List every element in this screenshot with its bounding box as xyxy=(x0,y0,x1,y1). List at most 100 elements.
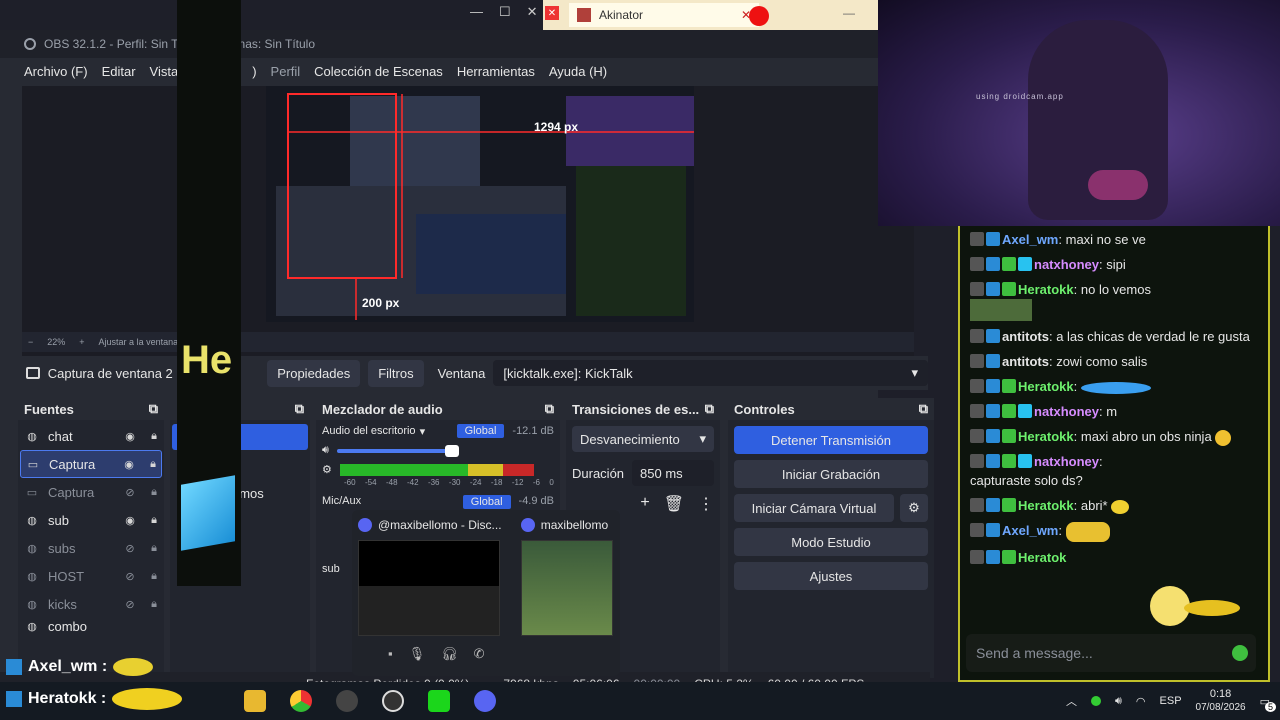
record-icon[interactable] xyxy=(749,6,769,26)
close-icon[interactable]: ✕ xyxy=(545,6,559,20)
zoom-fit[interactable]: Ajustar a la ventana xyxy=(99,337,179,347)
gear-icon[interactable]: ⚙︎ xyxy=(900,494,928,522)
eye-icon[interactable]: ◉ xyxy=(121,458,137,471)
headphones-icon[interactable]: 🎧︎ xyxy=(441,646,458,662)
discord-icon[interactable] xyxy=(474,690,496,712)
channel-scope: Global xyxy=(462,495,511,509)
menu-perfil[interactable]: Perfil xyxy=(271,64,301,79)
settings-icon[interactable]: ⚙︎ xyxy=(322,463,332,476)
chat-input[interactable]: Send a message... xyxy=(966,634,1256,672)
source-item-kicks[interactable]: ◍ kicks ⊘ 🔒︎ xyxy=(20,590,162,618)
overlay-axel: Axel_wm : xyxy=(0,652,240,682)
filters-button[interactable]: Filtros xyxy=(368,359,424,387)
volume-icon[interactable]: 🔊︎ xyxy=(1115,695,1122,708)
speaker-icon[interactable]: 🔊︎ xyxy=(322,444,329,457)
chrome-icon[interactable] xyxy=(290,690,312,712)
lock-icon[interactable]: 🔒︎ xyxy=(146,430,162,442)
duration-input[interactable]: 850 ms xyxy=(632,460,714,486)
eye-off-icon[interactable]: ⊘ xyxy=(122,598,138,611)
lock-icon[interactable]: 🔒︎ xyxy=(146,486,162,498)
lock-icon[interactable]: 🔒︎ xyxy=(146,514,162,526)
menu-coleccion[interactable]: Colección de Escenas xyxy=(314,64,443,79)
chevron-down-icon[interactable]: ▾ xyxy=(420,425,426,438)
minimize-icon[interactable]: — xyxy=(470,4,483,20)
undock-icon[interactable]: ⧉ xyxy=(295,401,304,417)
menu-vista[interactable]: Vista xyxy=(150,64,179,79)
chat-message: antitots: a las chicas de verdad le re g… xyxy=(960,325,1268,350)
source-item-captura[interactable]: ▭ Captura ◉ 🔒︎ xyxy=(20,450,162,478)
add-icon[interactable]: + xyxy=(640,494,649,514)
more-icon[interactable]: ⋮ xyxy=(698,494,714,514)
chat-message: natxhoney: m xyxy=(960,400,1268,425)
volume-slider-handle[interactable] xyxy=(444,444,459,457)
app-icon[interactable] xyxy=(336,690,358,712)
language[interactable]: ESP xyxy=(1160,695,1182,707)
source-item-captura-2[interactable]: ▭ Captura ⊘ 🔒︎ xyxy=(20,478,162,506)
chevron-up-icon[interactable]: ︿ xyxy=(1066,693,1077,709)
clock[interactable]: 0:18 07/08/2026 xyxy=(1196,687,1246,715)
menu-ayuda[interactable]: Ayuda (H) xyxy=(549,64,607,79)
preview-area[interactable]: 1294 px 200 px xyxy=(22,86,914,362)
send-icon[interactable] xyxy=(1232,645,1248,661)
virtual-cam-button[interactable]: Iniciar Cámara Virtual xyxy=(734,494,894,522)
preview-title[interactable]: maxibellomo xyxy=(541,518,608,532)
source-toolbar: Captura de ventana 2 Propiedades Filtros… xyxy=(18,356,928,390)
lock-icon[interactable]: 🔒︎ xyxy=(146,542,162,554)
preview-thumbnail[interactable] xyxy=(358,540,500,636)
maximize-icon[interactable]: ☐ xyxy=(499,4,511,20)
preview-canvas[interactable]: 1294 px 200 px xyxy=(266,86,694,322)
settings-button[interactable]: Ajustes xyxy=(734,562,928,590)
preview-title[interactable]: @maxibellomo - Disc... xyxy=(378,518,502,532)
webcam-feed xyxy=(878,0,1280,226)
eye-off-icon[interactable]: ⊘ xyxy=(122,486,138,499)
menu-partial[interactable]: ) xyxy=(252,64,256,79)
undock-icon[interactable]: ⧉ xyxy=(545,401,554,417)
source-item-combo[interactable]: ◍ combo xyxy=(20,618,162,634)
source-item-chat[interactable]: ◍ chat ◉ 🔒︎ xyxy=(20,422,162,450)
tab-akinator[interactable]: Akinator ✕ xyxy=(569,3,759,27)
disconnect-icon[interactable]: ✆ xyxy=(474,646,485,662)
source-item-subs[interactable]: ◍ subs ⊘ 🔒︎ xyxy=(20,534,162,562)
trash-icon[interactable]: 🗑︎ xyxy=(664,494,684,514)
lock-icon[interactable]: 🔒︎ xyxy=(146,598,162,610)
eye-icon[interactable]: ◉ xyxy=(122,430,138,443)
tab-title: Akinator xyxy=(599,8,644,22)
file-explorer-icon[interactable] xyxy=(244,690,266,712)
wifi-icon[interactable]: ◠ xyxy=(1136,695,1146,708)
window-select[interactable]: [kicktalk.exe]: KickTalk ▾ xyxy=(493,360,928,386)
preview-thumbnail[interactable] xyxy=(520,540,613,636)
studio-mode-button[interactable]: Modo Estudio xyxy=(734,528,928,556)
window-capture-icon xyxy=(26,367,40,379)
discord-taskbar-preview: @maxibellomo - Disc... maxibellomo ▪ 🎙︎ … xyxy=(352,510,620,676)
mic-icon[interactable]: 🎙︎ xyxy=(409,646,426,662)
menu-editar[interactable]: Editar xyxy=(102,64,136,79)
source-item-host[interactable]: ◍ HOST ⊘ 🔒︎ xyxy=(20,562,162,590)
undock-icon[interactable]: ⧉ xyxy=(705,401,714,417)
source-item-sub[interactable]: ◍ sub ◉ 🔒︎ xyxy=(20,506,162,534)
properties-button[interactable]: Propiedades xyxy=(267,359,361,387)
minimize-icon[interactable]: — xyxy=(843,6,855,20)
zoom-out-icon[interactable]: − xyxy=(28,337,33,347)
start-recording-button[interactable]: Iniciar Grabación xyxy=(734,460,928,488)
menu-archivo[interactable]: Archivo (F) xyxy=(24,64,88,79)
eye-off-icon[interactable]: ⊘ xyxy=(122,570,138,583)
kick-icon[interactable] xyxy=(428,690,450,712)
transition-select[interactable]: Desvanecimiento ▾ xyxy=(572,426,714,452)
stop-stream-button[interactable]: Detener Transmisión xyxy=(734,426,928,454)
undock-icon[interactable]: ⧉ xyxy=(149,401,158,417)
undock-icon[interactable]: ⧉ xyxy=(919,401,928,417)
eye-off-icon[interactable]: ⊘ xyxy=(122,542,138,555)
notifications-icon[interactable]: ▭ 5 xyxy=(1260,695,1276,712)
lock-icon[interactable]: 🔒︎ xyxy=(145,458,161,470)
menu-herramientas[interactable]: Herramientas xyxy=(457,64,535,79)
lock-icon[interactable]: 🔒︎ xyxy=(146,570,162,582)
overlay-axel-text: Axel_wm : xyxy=(28,658,108,675)
controls-title: Controles xyxy=(734,401,795,417)
volume-slider[interactable] xyxy=(336,444,459,457)
window-label: Ventana xyxy=(437,365,486,381)
eye-icon[interactable]: ◉ xyxy=(122,514,138,527)
close-icon[interactable]: ✕ xyxy=(527,4,538,20)
obs-icon[interactable] xyxy=(382,690,404,712)
zoom-in-icon[interactable]: + xyxy=(79,337,84,347)
camera-icon[interactable]: ▪ xyxy=(388,646,393,662)
